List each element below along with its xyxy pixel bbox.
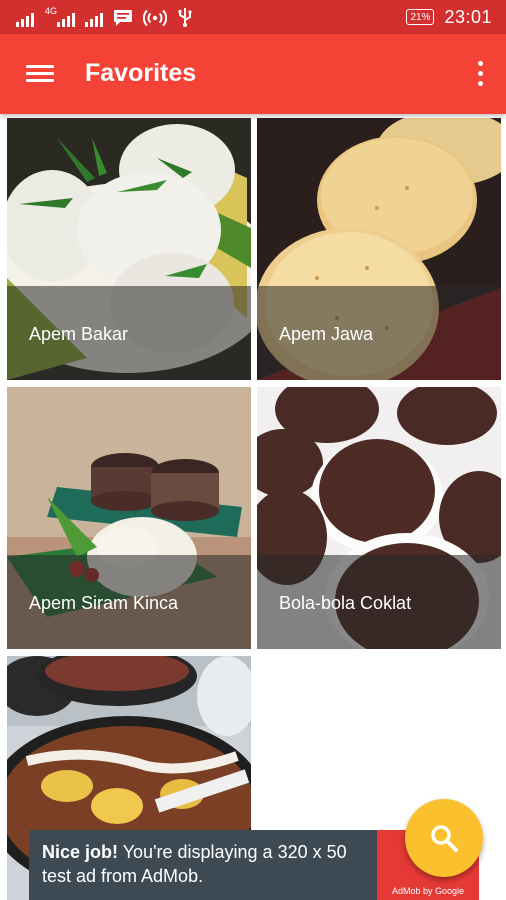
favorite-card[interactable]: Bola-bola Coklat [257,387,501,649]
status-bar: 4G 21% 23:01 [0,0,506,34]
screen: 4G 21% 23:01 Favorites Apem Bakar Apem J… [0,0,506,900]
network-type-label: 4G [45,6,58,16]
app-bar: Favorites [0,34,506,114]
status-clock: 23:01 [444,6,492,27]
signal-icon [85,7,104,27]
battery-icon: 21% [406,9,435,25]
ad-headline: Nice job! [42,842,119,862]
page-title: Favorites [85,59,197,87]
search-icon [431,825,458,852]
usb-icon [177,7,193,27]
hotspot-icon [143,7,168,27]
search-fab[interactable] [405,799,483,877]
favorite-card[interactable]: Apem Jawa [257,118,501,380]
recipe-name: Apem Siram Kinca [29,593,179,613]
signal-icon [16,7,34,27]
favorite-card[interactable]: Apem Bakar [7,118,251,380]
recipe-name: Apem Jawa [279,324,374,344]
recipe-name: Apem Bakar [29,324,129,344]
admob-caption: AdMob by Google [391,886,465,896]
status-icons-left: 4G [16,6,193,28]
hamburger-menu-icon[interactable] [24,61,56,87]
recipe-name: Bola-bola Coklat [279,593,412,613]
more-vert-icon[interactable] [472,58,488,90]
signal-4g-icon: 4G [44,6,76,27]
chat-notification-icon [113,7,133,27]
status-icons-right: 21% 23:01 [406,6,492,28]
battery-level: 21% [410,11,431,23]
ad-text: Nice job! You're displaying a 320 x 50 t… [42,840,372,888]
favorite-card[interactable]: Apem Siram Kinca [7,387,251,649]
